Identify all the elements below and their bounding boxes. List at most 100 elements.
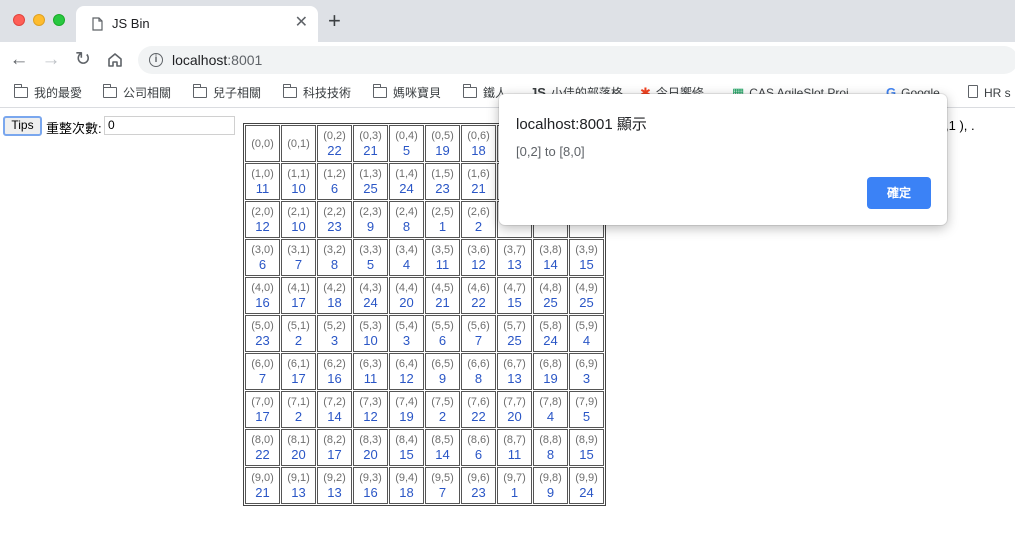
- grid-cell[interactable]: (3,4) 4: [389, 239, 424, 276]
- grid-cell[interactable]: (3,0) 6: [245, 239, 280, 276]
- forward-arrow-icon[interactable]: →: [40, 49, 62, 71]
- grid-cell[interactable]: (2,2) 23: [317, 201, 352, 238]
- grid-cell[interactable]: (6,5) 9: [425, 353, 460, 390]
- grid-cell[interactable]: (8,6) 6: [461, 429, 496, 466]
- grid-cell[interactable]: (5,1) 2: [281, 315, 316, 352]
- maximize-window-button[interactable]: [53, 14, 65, 26]
- grid-cell[interactable]: (5,6) 7: [461, 315, 496, 352]
- grid-cell[interactable]: (0,1): [281, 125, 316, 162]
- grid-cell[interactable]: (3,9) 15: [569, 239, 604, 276]
- bookmark-item[interactable]: 公司相關: [103, 84, 171, 102]
- grid-cell[interactable]: (5,8) 24: [533, 315, 568, 352]
- grid-cell[interactable]: (0,2) 22: [317, 125, 352, 162]
- grid-cell[interactable]: (4,0) 16: [245, 277, 280, 314]
- grid-cell[interactable]: (8,5) 14: [425, 429, 460, 466]
- plus-icon[interactable]: +: [328, 10, 341, 32]
- grid-cell[interactable]: (8,1) 20: [281, 429, 316, 466]
- grid-cell[interactable]: (7,2) 14: [317, 391, 352, 428]
- grid-cell[interactable]: (6,8) 19: [533, 353, 568, 390]
- grid-cell[interactable]: (2,4) 8: [389, 201, 424, 238]
- grid-cell[interactable]: (9,2) 13: [317, 467, 352, 504]
- grid-cell[interactable]: (5,3) 10: [353, 315, 388, 352]
- grid-cell[interactable]: (4,2) 18: [317, 277, 352, 314]
- grid-cell[interactable]: (8,8) 8: [533, 429, 568, 466]
- grid-cell[interactable]: (9,1) 13: [281, 467, 316, 504]
- grid-cell[interactable]: (3,1) 7: [281, 239, 316, 276]
- address-bar[interactable]: i localhost:8001: [138, 46, 1015, 74]
- grid-cell[interactable]: (5,9) 4: [569, 315, 604, 352]
- reload-count-input[interactable]: 0: [104, 116, 235, 135]
- tips-button[interactable]: Tips: [3, 116, 42, 136]
- grid-cell[interactable]: (8,3) 20: [353, 429, 388, 466]
- grid-cell[interactable]: (9,6) 23: [461, 467, 496, 504]
- tab-close-icon[interactable]: ✕: [295, 14, 308, 32]
- bookmark-item[interactable]: 兒子相關: [193, 84, 261, 102]
- grid-cell[interactable]: (0,4) 5: [389, 125, 424, 162]
- grid-cell[interactable]: (0,6) 18: [461, 125, 496, 162]
- grid-cell[interactable]: (6,6) 8: [461, 353, 496, 390]
- grid-cell[interactable]: (1,1) 10: [281, 163, 316, 200]
- grid-cell[interactable]: (4,8) 25: [533, 277, 568, 314]
- grid-cell[interactable]: (2,6) 2: [461, 201, 496, 238]
- grid-cell[interactable]: (8,4) 15: [389, 429, 424, 466]
- minimize-window-button[interactable]: [33, 14, 45, 26]
- bookmark-item[interactable]: 科技技術: [283, 84, 351, 102]
- bookmark-item[interactable]: HR s: [968, 84, 1011, 102]
- grid-cell[interactable]: (7,1) 2: [281, 391, 316, 428]
- home-icon[interactable]: [104, 49, 126, 71]
- grid-cell[interactable]: (5,0) 23: [245, 315, 280, 352]
- grid-cell[interactable]: (9,5) 7: [425, 467, 460, 504]
- grid-cell[interactable]: (5,4) 3: [389, 315, 424, 352]
- grid-cell[interactable]: (5,2) 3: [317, 315, 352, 352]
- ok-button[interactable]: 確定: [867, 177, 931, 209]
- grid-cell[interactable]: (6,0) 7: [245, 353, 280, 390]
- grid-cell[interactable]: (3,8) 14: [533, 239, 568, 276]
- grid-cell[interactable]: (1,6) 21: [461, 163, 496, 200]
- grid-cell[interactable]: (8,0) 22: [245, 429, 280, 466]
- grid-cell[interactable]: (0,0): [245, 125, 280, 162]
- grid-cell[interactable]: (7,3) 12: [353, 391, 388, 428]
- grid-cell[interactable]: (7,4) 19: [389, 391, 424, 428]
- grid-cell[interactable]: (9,9) 24: [569, 467, 604, 504]
- grid-cell[interactable]: (4,1) 17: [281, 277, 316, 314]
- grid-cell[interactable]: (1,5) 23: [425, 163, 460, 200]
- grid-cell[interactable]: (0,3) 21: [353, 125, 388, 162]
- grid-cell[interactable]: (5,5) 6: [425, 315, 460, 352]
- grid-cell[interactable]: (3,5) 11: [425, 239, 460, 276]
- grid-cell[interactable]: (7,6) 22: [461, 391, 496, 428]
- grid-cell[interactable]: (7,5) 2: [425, 391, 460, 428]
- grid-cell[interactable]: (8,2) 17: [317, 429, 352, 466]
- grid-cell[interactable]: (6,7) 13: [497, 353, 532, 390]
- grid-cell[interactable]: (9,8) 9: [533, 467, 568, 504]
- grid-cell[interactable]: (2,3) 9: [353, 201, 388, 238]
- grid-cell[interactable]: (9,3) 16: [353, 467, 388, 504]
- grid-cell[interactable]: (7,8) 4: [533, 391, 568, 428]
- grid-cell[interactable]: (4,9) 25: [569, 277, 604, 314]
- grid-cell[interactable]: (1,4) 24: [389, 163, 424, 200]
- grid-cell[interactable]: (1,0) 11: [245, 163, 280, 200]
- reload-icon[interactable]: ↻: [72, 49, 94, 71]
- grid-cell[interactable]: (3,6) 12: [461, 239, 496, 276]
- grid-cell[interactable]: (9,7) 1: [497, 467, 532, 504]
- grid-cell[interactable]: (3,7) 13: [497, 239, 532, 276]
- back-arrow-icon[interactable]: ←: [8, 49, 30, 71]
- grid-cell[interactable]: (6,2) 16: [317, 353, 352, 390]
- grid-cell[interactable]: (7,0) 17: [245, 391, 280, 428]
- grid-cell[interactable]: (4,5) 21: [425, 277, 460, 314]
- grid-cell[interactable]: (6,4) 12: [389, 353, 424, 390]
- grid-cell[interactable]: (7,7) 20: [497, 391, 532, 428]
- grid-cell[interactable]: (1,3) 25: [353, 163, 388, 200]
- grid-cell[interactable]: (8,9) 15: [569, 429, 604, 466]
- grid-cell[interactable]: (6,1) 17: [281, 353, 316, 390]
- grid-cell[interactable]: (9,4) 18: [389, 467, 424, 504]
- bookmark-item[interactable]: 媽咪寶貝: [373, 84, 441, 102]
- grid-cell[interactable]: (3,2) 8: [317, 239, 352, 276]
- grid-cell[interactable]: (4,7) 15: [497, 277, 532, 314]
- grid-cell[interactable]: (5,7) 25: [497, 315, 532, 352]
- grid-cell[interactable]: (6,3) 11: [353, 353, 388, 390]
- active-tab[interactable]: JS Bin ✕: [76, 6, 318, 42]
- grid-cell[interactable]: (2,0) 12: [245, 201, 280, 238]
- grid-cell[interactable]: (2,1) 10: [281, 201, 316, 238]
- info-icon[interactable]: i: [149, 53, 163, 67]
- grid-cell[interactable]: (7,9) 5: [569, 391, 604, 428]
